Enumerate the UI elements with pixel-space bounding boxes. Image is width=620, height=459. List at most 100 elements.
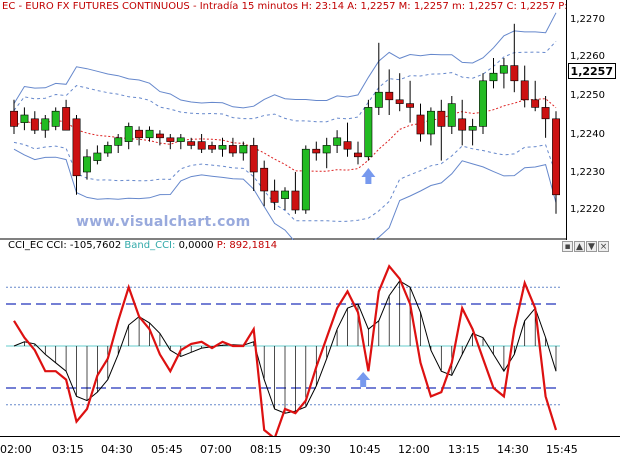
- price-tick: 1,2270: [570, 14, 605, 25]
- upper-band-line: [13, 12, 557, 109]
- time-tick: 05:45: [151, 443, 183, 456]
- candle-body: [312, 148, 321, 154]
- candle-body: [228, 145, 237, 154]
- time-tick: 14:30: [497, 443, 529, 456]
- time-tick: 13:15: [448, 443, 480, 456]
- candle-body: [145, 129, 154, 139]
- candle-body: [468, 126, 477, 131]
- time-tick: 04:30: [101, 443, 133, 456]
- candle-body: [156, 133, 164, 139]
- candle-body: [239, 145, 248, 154]
- timeframe-label: Intradía 15 minutos: [199, 1, 298, 12]
- candle-body: [72, 118, 81, 177]
- m-value: 1,2257: [413, 1, 449, 12]
- candle-body: [416, 114, 425, 135]
- candle-body: [301, 148, 310, 211]
- candle-body: [20, 114, 29, 123]
- candle-body: [249, 145, 258, 173]
- candle-body: [426, 110, 435, 135]
- time-tick: 03:15: [52, 443, 84, 456]
- price-tick: 1,2230: [570, 167, 605, 178]
- candle-body: [479, 80, 487, 127]
- cci-name: CCI_EC: [8, 240, 44, 251]
- candle-body: [281, 190, 289, 199]
- candle-body: [437, 110, 446, 127]
- mi-value: 1,2257: [468, 1, 504, 12]
- candle-body: [187, 141, 196, 146]
- candle-body: [166, 137, 175, 142]
- candle-body: [197, 141, 206, 150]
- price-header: EC - EURO FX FUTURES CONTINUOUS - Intrad…: [2, 1, 568, 12]
- cci-header: CCI_EC CCI: -105,7602 Band_CCI: 0,0000 P…: [8, 240, 277, 251]
- candle-body: [447, 103, 456, 127]
- candle-body: [385, 91, 394, 101]
- candle-body: [364, 107, 373, 158]
- symbol-label: EC: [2, 1, 16, 12]
- candle-body: [93, 152, 102, 161]
- candle-body: [406, 103, 414, 108]
- c-label: C:: [506, 1, 517, 12]
- c-value: 1,2257: [520, 1, 556, 12]
- time-tick: 07:00: [200, 443, 232, 456]
- band-value: 0,0000: [178, 240, 214, 251]
- candle-body: [30, 118, 39, 131]
- chevron-up-icon[interactable]: ▲: [574, 241, 585, 252]
- band-label: Band_CCI:: [124, 240, 176, 251]
- cci-chart[interactable]: [0, 256, 566, 436]
- watermark: www.visualchart.com: [76, 214, 251, 230]
- price-tick: 1,2260: [570, 51, 605, 62]
- chart-window: EC - EURO FX FUTURES CONTINUOUS - Intrad…: [0, 0, 620, 458]
- last-price-marker: 1,2257: [568, 63, 616, 79]
- candle-body: [353, 152, 362, 158]
- candle-body: [124, 126, 133, 142]
- m-label: M:: [398, 1, 411, 12]
- close-icon[interactable]: ×: [598, 241, 609, 252]
- candle-body: [374, 91, 383, 108]
- a-label: A:: [347, 1, 358, 12]
- candle-body: [270, 190, 279, 203]
- candle-body: [135, 129, 143, 139]
- pin-icon[interactable]: ▪: [562, 241, 573, 252]
- mi-label: m:: [452, 1, 466, 12]
- candle-body: [114, 137, 123, 146]
- candle-body: [322, 145, 331, 154]
- candle-body: [218, 145, 227, 150]
- cci-p-label: P:: [216, 240, 227, 251]
- candle-body: [343, 141, 352, 150]
- candle-body: [499, 65, 508, 74]
- candle-body: [552, 118, 561, 196]
- h-value: 23:14: [315, 1, 345, 12]
- candle-body: [489, 72, 498, 82]
- price-tick: 1,2240: [570, 129, 605, 140]
- time-tick: 08:15: [250, 443, 282, 456]
- time-tick: 10:45: [349, 443, 381, 456]
- price-chart[interactable]: [0, 0, 566, 240]
- candle-body: [510, 65, 519, 82]
- cci-label: CCI:: [46, 240, 67, 251]
- candle-body: [260, 167, 269, 192]
- chevron-down-icon[interactable]: ▼: [586, 241, 597, 252]
- candle-body: [10, 110, 18, 127]
- time-tick: 15:45: [546, 443, 578, 456]
- cci-p-value: 892,1814: [229, 240, 278, 251]
- upper-inner-band-line: [13, 40, 557, 123]
- instrument-title: EURO FX FUTURES CONTINUOUS: [25, 1, 190, 12]
- h-label: H:: [301, 1, 313, 12]
- up-arrow-icon: [361, 168, 376, 184]
- cci-value: -105,7602: [69, 240, 122, 251]
- time-tick: 12:00: [398, 443, 430, 456]
- up-arrow-icon: [356, 372, 371, 387]
- time-tick: 09:30: [299, 443, 331, 456]
- candle-body: [103, 145, 112, 154]
- candle-body: [458, 118, 467, 131]
- time-tick: 02:00: [0, 443, 32, 456]
- candle-body: [62, 107, 71, 131]
- candle-body: [176, 137, 185, 142]
- candle-body: [531, 99, 540, 108]
- price-tick: 1,2220: [570, 204, 605, 215]
- candle-body: [541, 107, 550, 120]
- candle-body: [395, 99, 404, 104]
- candle-body: [208, 145, 216, 150]
- candle-body: [51, 110, 60, 127]
- candle-body: [291, 190, 300, 211]
